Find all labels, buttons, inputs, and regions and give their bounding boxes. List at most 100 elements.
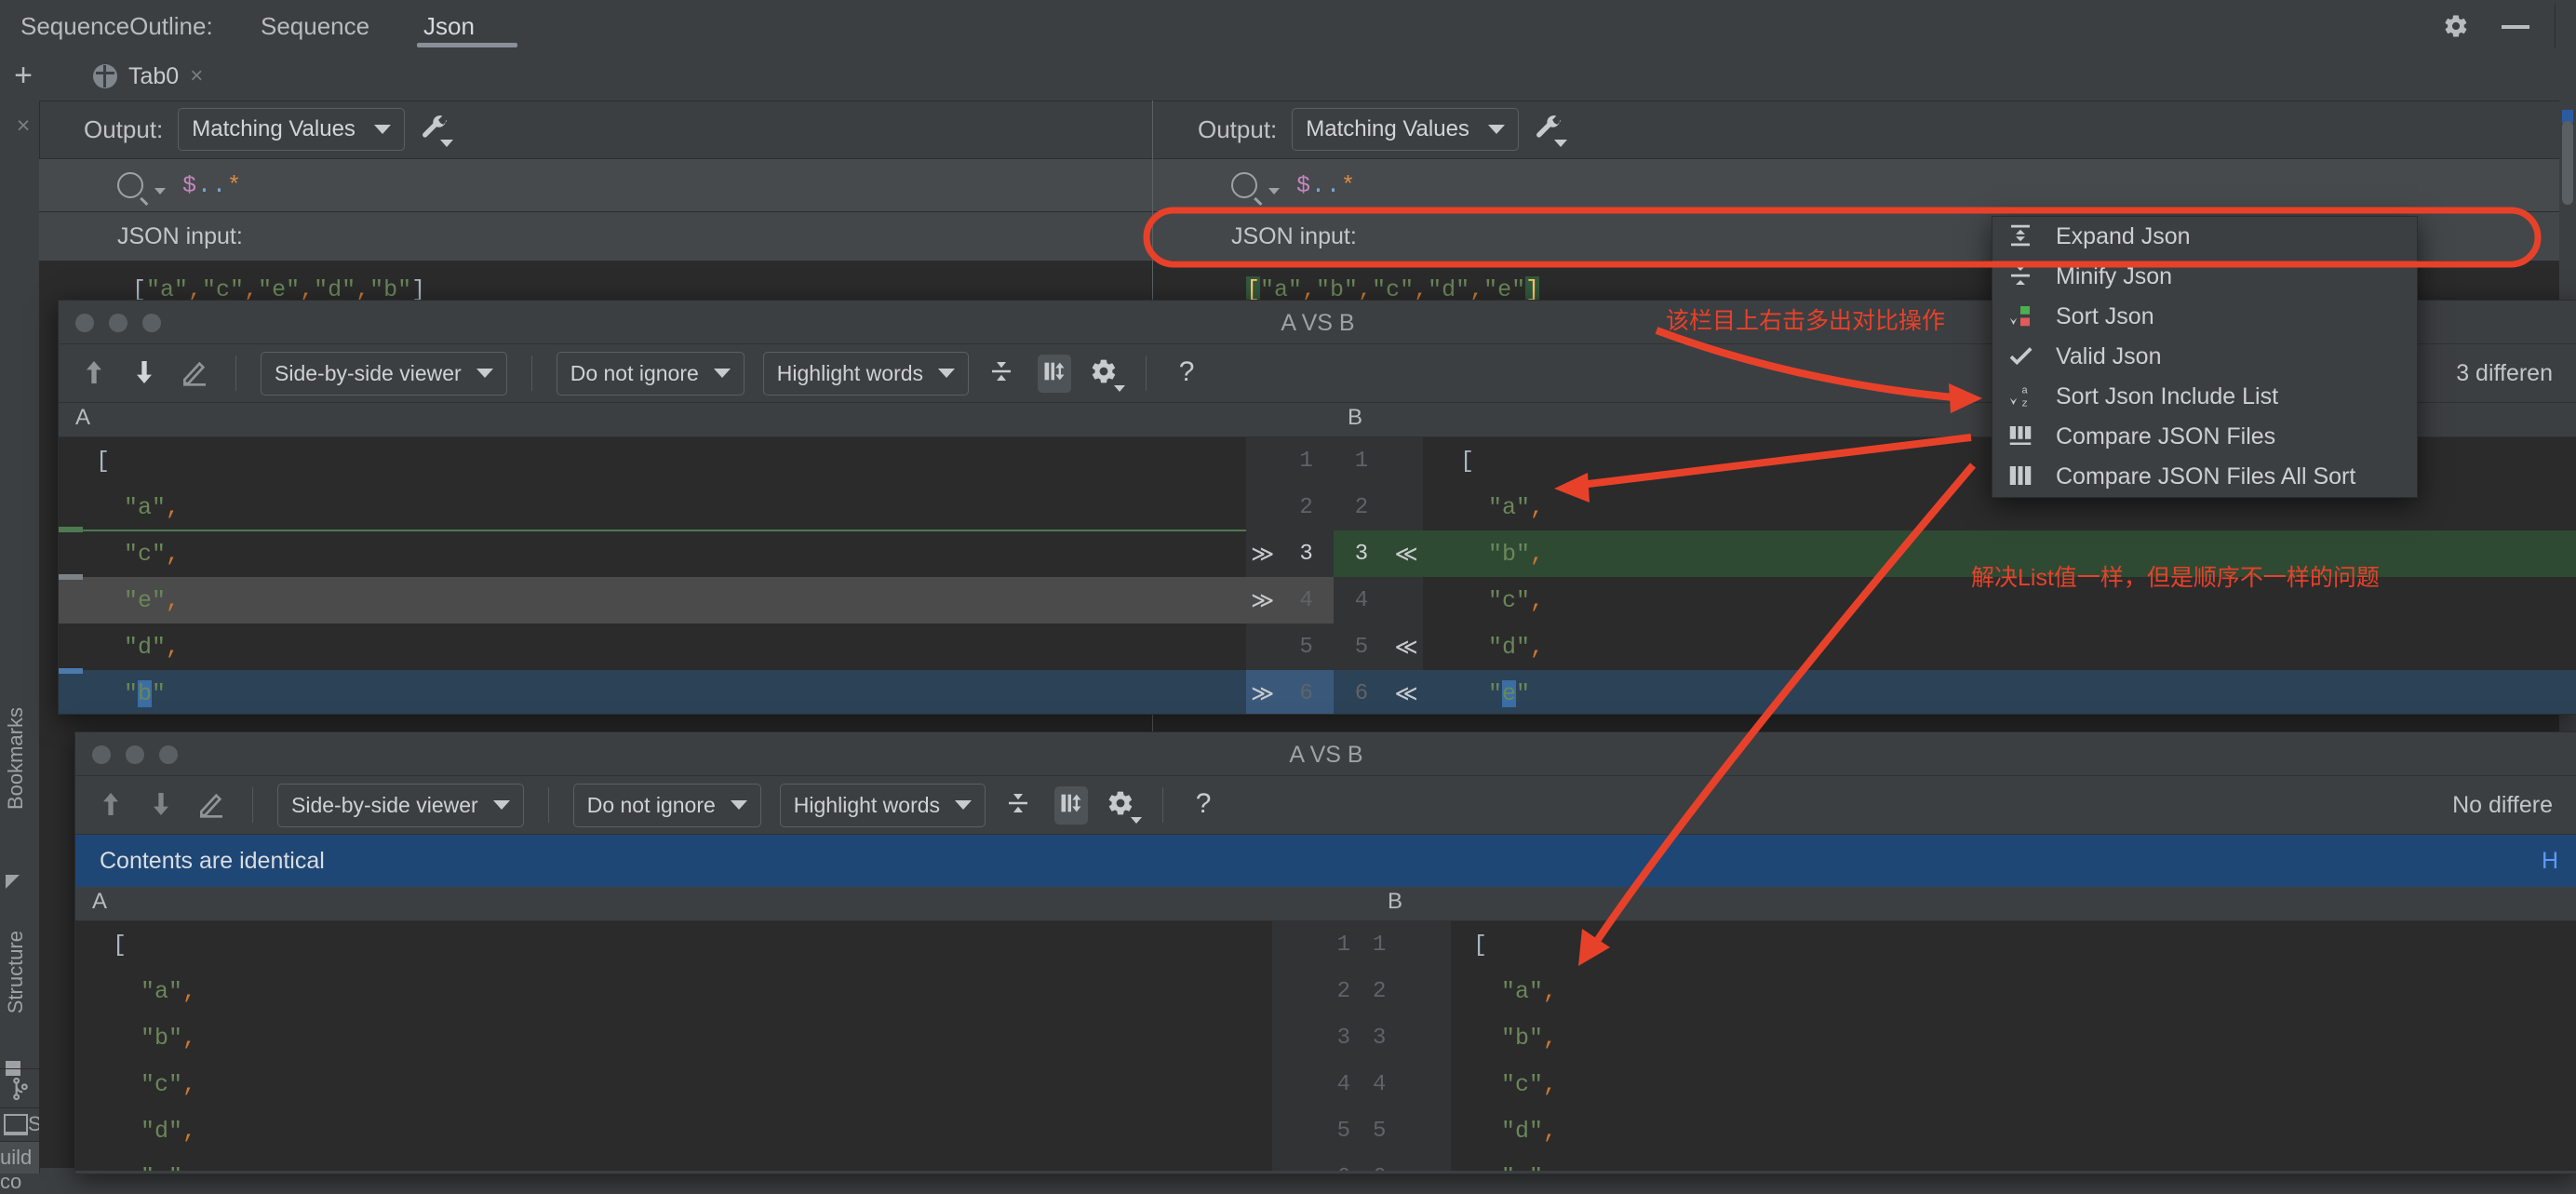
menu-item-minify-json[interactable]: Minify Json [1992,257,2417,297]
diff2-show-diff-columns-toggle[interactable] [1054,785,1089,825]
accept-right-icon[interactable]: ≪ [1389,680,1423,707]
left-jsonpath-search-row[interactable]: $..* [39,159,1152,212]
diff1-right-row-selected [1423,670,2576,714]
menu-item-compare-json-files[interactable]: Compare JSON Files [1992,417,2417,457]
menu-item-sort-json[interactable]: Sort Json [1992,297,2417,337]
diff1-left-line: "e", [124,586,181,614]
diff1-right-linenumber: 4 [1354,587,1369,613]
diff2-ignore-mode-select[interactable]: Do not ignore [572,783,761,827]
scrollbar-thumb[interactable] [2562,121,2573,205]
diff2-left-pane[interactable]: [ "a", "b", "c", "d", "e" [75,921,1272,1171]
arrow-up-icon[interactable] [96,789,127,821]
diff2-difference-count: No differe [2452,791,2553,818]
diff2-left-line: "e" [113,1154,182,1172]
close-icon[interactable]: × [190,63,203,89]
git-branch-icon[interactable] [0,1068,39,1108]
chevron-down-icon [955,800,973,810]
menu-item-sort-json-include-list[interactable]: a z Sort Json Include List [1992,377,2417,417]
right-output-select[interactable]: Matching Values [1292,108,1519,151]
highlight-mode-value: Highlight words [776,360,924,385]
minimize-icon[interactable] [2502,25,2529,29]
diff1-label-a: A [75,405,91,430]
check-icon [2006,342,2039,373]
menu-item-expand-json[interactable]: Expand Json [1992,217,2417,257]
collapse-unchanged-icon[interactable] [987,357,1019,389]
statusbar-services[interactable]: Su [0,1107,53,1142]
compare-columns-icon [2006,422,2039,453]
diff2-left-line: "a", [141,977,197,1005]
diff1-left-change-marker [59,668,83,674]
viewer-mode-value: Side-by-side viewer [291,792,478,817]
rail-item-structure[interactable]: Structure [4,931,28,1013]
diff1-right-linenumber: 5 [1354,634,1369,660]
chevron-down-icon [373,125,391,134]
diff-window-2: A VS B Side-by-side viewer Do not ignore… [74,731,2576,1174]
diff1-show-diff-columns-toggle[interactable] [1038,354,1072,393]
left-jsonpath-input[interactable]: $..* [182,172,242,199]
menu-item-label: Compare JSON Files [2056,423,2276,449]
search-icon [117,172,143,198]
tab-sequence[interactable]: Sequence [261,0,369,52]
diff1-right-line: "b", [1488,540,1545,568]
diff1-left-linenumber: 1 [1299,448,1313,474]
menu-item-valid-json[interactable]: Valid Json [1992,337,2417,377]
diff2-right-pane[interactable]: [ "a", "b", "c", "d", "e" [1451,921,2576,1171]
left-output-select[interactable]: Matching Values [178,108,405,151]
add-tab-button[interactable]: + [9,60,37,91]
diff2-body: [ "a", "b", "c", "d", "e" ⊟ 1 2 3 4 5 6 … [75,921,2576,1171]
help-icon[interactable]: ? [1171,357,1202,389]
rail-item-bookmarks[interactable]: Bookmarks [4,707,28,810]
collapse-unchanged-icon[interactable] [1004,789,1036,821]
diff2-identical-link[interactable]: H [2542,848,2558,875]
diff2-gutter-right: 1 2 3 4 5 6 [1362,921,1451,1171]
diff2-right-line: "c", [1501,1070,1558,1098]
diff1-left-row-changed [59,577,1246,624]
gear-icon[interactable] [2443,13,2469,39]
tab-tab0[interactable]: Tab0 × [93,58,203,95]
diff1-left-pane[interactable]: [ "a", "c", "e", "d", "b" ] [59,437,1246,714]
pencil-icon[interactable] [180,357,211,389]
wrench-icon[interactable] [420,114,453,147]
svg-text:z: z [2021,398,2028,409]
wrench-icon[interactable] [1534,114,1567,147]
diff1-right-linenumber: 6 [1354,680,1369,706]
statusbar-build[interactable]: uild co [0,1141,39,1193]
accept-left-icon[interactable]: ≫ [1246,587,1279,614]
diff1-left-linenumber: 3 [1299,541,1313,567]
arrow-down-icon[interactable] [129,357,161,389]
json-context-menu[interactable]: Expand Json Minify Json Sort Json Valid … [1992,216,2418,498]
diff2-viewer-mode-select[interactable]: Side-by-side viewer [277,783,524,827]
pencil-icon[interactable] [196,789,228,821]
accept-left-icon[interactable]: ≫ [1246,541,1279,568]
menu-item-compare-json-files-all-sort[interactable]: Compare JSON Files All Sort [1992,457,2417,497]
gear-icon[interactable] [1090,357,1126,392]
diff2-right-linenumber: 1 [1373,932,1387,958]
divider [2555,4,2556,48]
diff2-highlight-mode-select[interactable]: Highlight words [779,783,986,827]
diff1-ignore-mode-select[interactable]: Do not ignore [556,351,745,396]
help-icon[interactable]: ? [1187,789,1219,821]
right-output-row: Output: Matching Values [1153,101,2576,159]
diff1-highlight-mode-select[interactable]: Highlight words [762,351,970,396]
right-jsonpath-input[interactable]: $..* [1296,172,1356,199]
accept-right-icon[interactable]: ≪ [1389,634,1423,661]
diff1-left-line: "d", [124,633,181,661]
diff2-title: A VS B [1289,742,1363,768]
json-tool-tabstrip [39,52,2576,101]
build-label: uild co [0,1146,33,1193]
diff1-left-linenumber: 2 [1299,494,1313,520]
accept-right-icon[interactable]: ≪ [1389,541,1423,568]
right-jsonpath-search-row[interactable]: $..* [1153,159,2576,212]
arrow-up-icon[interactable] [79,357,111,389]
arrow-down-icon[interactable] [146,789,178,821]
menu-item-label: Valid Json [2056,343,2162,369]
accept-left-icon[interactable]: ≫ [1246,680,1279,707]
diff1-label-b: B [1348,405,1363,430]
close-panel-button[interactable]: × [11,114,35,138]
left-output-row: Output: Matching Values [39,101,1152,159]
right-output-label: Output: [1198,114,1278,143]
diff1-viewer-mode-select[interactable]: Side-by-side viewer [261,351,507,396]
diff1-left-linenumber: 4 [1299,587,1313,613]
diff2-right-line: "b", [1501,1024,1558,1052]
gear-icon[interactable] [1107,789,1143,824]
